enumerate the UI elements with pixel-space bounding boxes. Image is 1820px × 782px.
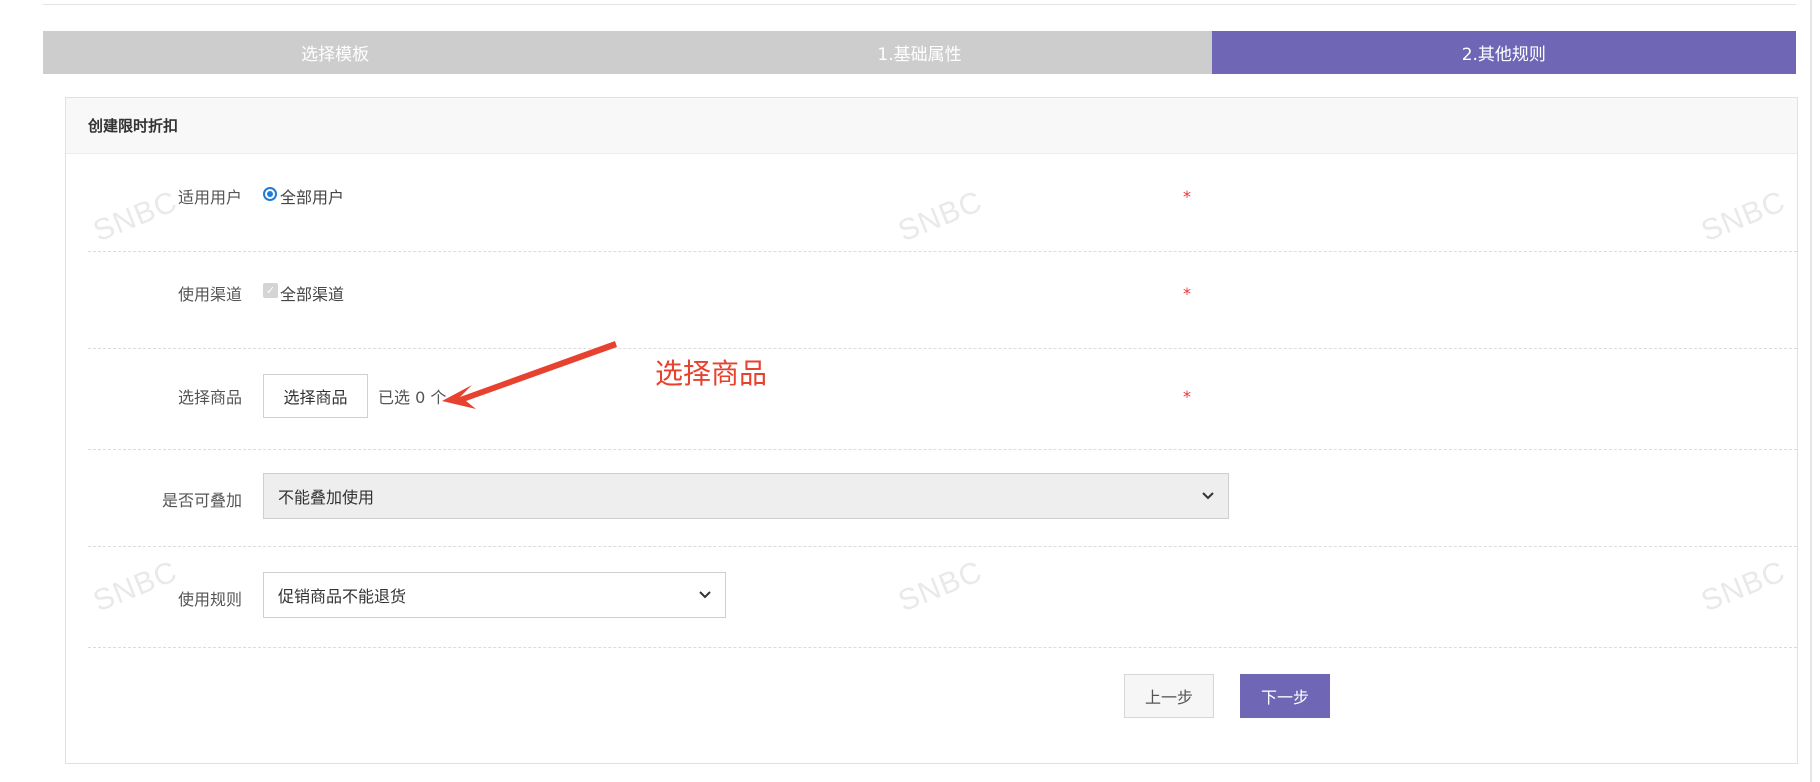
form-card: 创建限时折扣 适用用户 全部用户 * 使用渠道 ✓ 全部渠道 * 选择商品 选择… — [65, 97, 1798, 764]
page: 选择模板 1.基础属性 2.其他规则 创建限时折扣 适用用户 全部用户 * 使用… — [0, 0, 1820, 782]
all-channels-option-label[interactable]: 全部渠道 — [280, 281, 344, 305]
all-users-radio[interactable] — [263, 187, 277, 201]
next-step-button[interactable]: 下一步 — [1240, 674, 1330, 718]
row-stackable: 是否可叠加 不能叠加使用 — [88, 449, 1797, 547]
channel-label: 使用渠道 — [177, 285, 242, 304]
select-product-button[interactable]: 选择商品 — [263, 374, 368, 418]
step-basic-attributes[interactable]: 1.基础属性 — [627, 31, 1212, 74]
required-mark: * — [1183, 387, 1191, 406]
step-progress-bar: 选择模板 1.基础属性 2.其他规则 — [43, 31, 1796, 74]
annotation-arrow-icon — [442, 341, 617, 409]
step-select-template[interactable]: 选择模板 — [43, 31, 628, 74]
stackable-select[interactable]: 不能叠加使用 — [263, 473, 1229, 519]
step-other-rules[interactable]: 2.其他规则 — [1211, 31, 1796, 74]
card-title: 创建限时折扣 — [66, 98, 1797, 154]
all-channels-checkbox[interactable]: ✓ — [263, 283, 278, 298]
row-channel: 使用渠道 ✓ 全部渠道 * — [88, 251, 1797, 349]
required-mark: * — [1183, 284, 1191, 303]
row-product: 选择商品 选择商品 已选 0 个 * — [88, 348, 1797, 450]
chevron-down-icon — [699, 591, 711, 599]
scrollbar-track[interactable] — [1810, 0, 1812, 782]
previous-step-button[interactable]: 上一步 — [1124, 674, 1214, 718]
top-divider — [43, 4, 1796, 5]
required-mark: * — [1183, 187, 1191, 206]
chevron-down-icon — [1202, 492, 1214, 500]
stackable-label: 是否可叠加 — [161, 491, 242, 510]
stackable-selected-value: 不能叠加使用 — [278, 488, 375, 507]
product-label: 选择商品 — [177, 388, 242, 407]
usage-rule-selected-value: 促销商品不能退货 — [278, 587, 407, 606]
usage-rule-select[interactable]: 促销商品不能退货 — [263, 572, 726, 618]
annotation-label: 选择商品 — [655, 357, 768, 390]
all-users-option-label[interactable]: 全部用户 — [280, 184, 344, 208]
